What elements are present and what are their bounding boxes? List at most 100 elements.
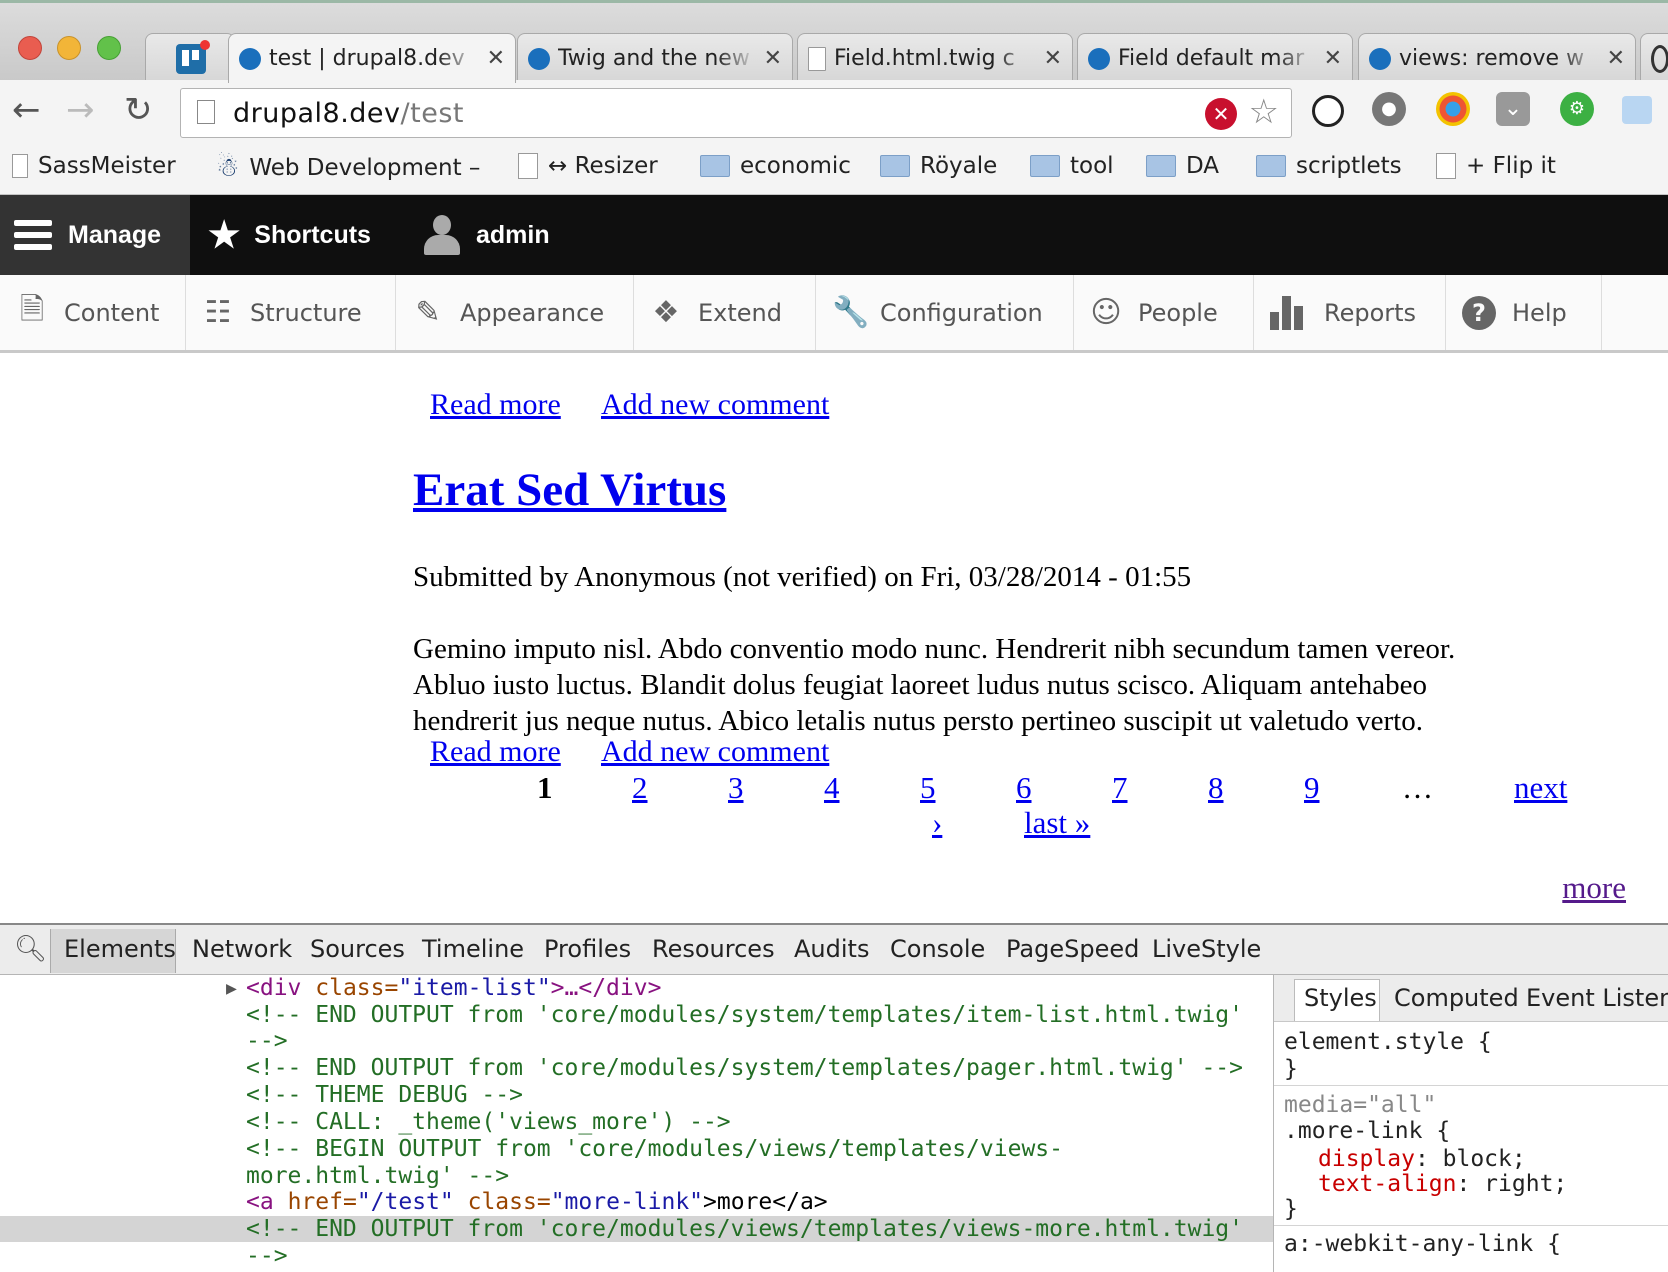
blocked-icon[interactable]: ✕: [1205, 98, 1237, 130]
devtools-tab-resources[interactable]: Resources: [652, 935, 775, 963]
tray-item-appearance[interactable]: ✎ Appearance: [396, 275, 634, 350]
devtools-tab-elements[interactable]: Elements: [64, 935, 176, 963]
styles-tab[interactable]: Styles: [1304, 984, 1377, 1012]
tab-close-icon[interactable]: ✕: [1044, 46, 1062, 71]
reload-icon[interactable]: ↻: [124, 90, 153, 130]
bookmark-resizer[interactable]: ↔ Resizer: [518, 153, 658, 179]
window-extension-icon[interactable]: [1622, 96, 1652, 124]
more-link-selector[interactable]: .more-link {: [1284, 1118, 1450, 1144]
forward-arrow-icon[interactable]: →: [66, 90, 95, 130]
tray-item-reports[interactable]: Reports: [1254, 275, 1446, 350]
add-comment-link[interactable]: Add new comment: [601, 735, 829, 769]
bookmark-royale[interactable]: Röyale: [880, 153, 997, 179]
pager-item[interactable]: 8: [1208, 770, 1224, 806]
bookmark-tool[interactable]: tool: [1030, 153, 1114, 179]
devtools-tab-livestyle[interactable]: LiveStyle: [1152, 935, 1261, 963]
tab-close-icon[interactable]: ✕: [487, 46, 505, 71]
tab-title: Field.html.twig c: [834, 46, 1015, 71]
devtools-tab-timeline[interactable]: Timeline: [422, 935, 524, 963]
window-close-button[interactable]: [18, 36, 42, 60]
devtools-tab-pagespeed[interactable]: PageSpeed: [1006, 935, 1139, 963]
tray-item-configuration[interactable]: 🔧 Configuration: [816, 275, 1074, 350]
address-bar[interactable]: drupal8.dev/test ✕ ☆: [180, 88, 1292, 138]
browser-tab-overflow[interactable]: [1640, 33, 1668, 83]
dom-comment[interactable]: -->: [246, 1028, 288, 1055]
devtools-tab-network[interactable]: Network: [192, 935, 292, 963]
pager-item[interactable]: 5: [920, 770, 936, 806]
tray-item-people[interactable]: ☺ People: [1074, 275, 1254, 350]
dom-comment[interactable]: -->: [246, 1243, 288, 1270]
event-listeners-tab[interactable]: Event Listen: [1526, 984, 1668, 1012]
pager-item[interactable]: 3: [728, 770, 744, 806]
bookmark-flip-it[interactable]: + Flip it: [1436, 153, 1556, 179]
more-link[interactable]: more: [1562, 870, 1626, 906]
manage-tab[interactable]: Manage: [0, 195, 190, 275]
tray-item-content[interactable]: 🗎 Content: [0, 275, 186, 350]
browser-tab-views[interactable]: views: remove w ✕: [1358, 33, 1636, 83]
evernote-icon[interactable]: ●: [1372, 92, 1406, 126]
dom-comment[interactable]: <!-- END OUTPUT from 'core/modules/syste…: [246, 1002, 1243, 1029]
bookmark-scriptlets[interactable]: scriptlets: [1256, 153, 1402, 179]
pager-next[interactable]: next: [1514, 770, 1567, 806]
pager-item[interactable]: 7: [1112, 770, 1128, 806]
tray-item-structure[interactable]: ☷ Structure: [186, 275, 396, 350]
tray-item-label: People: [1138, 298, 1218, 327]
tray-item-help[interactable]: ? Help: [1446, 275, 1602, 350]
css-declaration[interactable]: text-align: right;: [1318, 1171, 1567, 1197]
pager-item[interactable]: 9: [1304, 770, 1320, 806]
tray-item-extend[interactable]: ❖ Extend: [634, 275, 816, 350]
browser-tab-field-twig[interactable]: Field.html.twig c ✕: [797, 33, 1073, 83]
bookmark-star-icon[interactable]: ☆: [1249, 92, 1279, 132]
bookmark-da[interactable]: DA: [1146, 153, 1219, 179]
window-maximize-button[interactable]: [97, 36, 121, 60]
dom-comment[interactable]: <!-- CALL: _theme('views_more') -->: [246, 1109, 731, 1136]
read-more-link[interactable]: Read more: [430, 735, 561, 769]
pager-next-arrow[interactable]: ›: [932, 805, 942, 841]
devtools-tab-sources[interactable]: Sources: [310, 935, 405, 963]
devtools-tab-profiles[interactable]: Profiles: [544, 935, 631, 963]
devtools-tab-audits[interactable]: Audits: [794, 935, 869, 963]
node-title-link[interactable]: Erat Sed Virtus: [413, 463, 726, 517]
user-tab[interactable]: admin: [424, 195, 550, 275]
window-minimize-button[interactable]: [57, 36, 81, 60]
tab-close-icon[interactable]: ✕: [764, 46, 782, 71]
dom-comment[interactable]: <!-- BEGIN OUTPUT from 'core/modules/vie…: [246, 1136, 1063, 1163]
green-extension-icon[interactable]: ⚙: [1560, 92, 1594, 126]
bookmark-sassmeister[interactable]: SassMeister: [12, 153, 176, 179]
dom-node-item-list[interactable]: <div class="item-list">…</div>: [246, 975, 661, 1002]
tab-close-icon[interactable]: ✕: [1324, 46, 1342, 71]
shortcuts-tab[interactable]: ★ Shortcuts: [208, 195, 371, 275]
bookmark-web-development[interactable]: ☃ Web Development –: [216, 153, 480, 183]
add-comment-link[interactable]: Add new comment: [601, 388, 829, 422]
back-arrow-icon[interactable]: ←: [12, 90, 41, 130]
browser-tab-test[interactable]: test | drupal8.dev ✕: [228, 33, 516, 83]
pager-item[interactable]: 6: [1016, 770, 1032, 806]
element-style-selector[interactable]: element.style {: [1284, 1029, 1492, 1055]
browser-tab-field-default[interactable]: Field default mar ✕: [1077, 33, 1353, 83]
extension-sync-icon[interactable]: [1312, 95, 1344, 127]
pager-item[interactable]: 2: [632, 770, 648, 806]
dom-comment[interactable]: <!-- END OUTPUT from 'core/modules/views…: [246, 1216, 1243, 1243]
pager-item[interactable]: 4: [824, 770, 840, 806]
bookmark-economic[interactable]: economic: [700, 153, 851, 179]
pocket-icon[interactable]: ⌄: [1496, 92, 1530, 126]
browser-tab-trello[interactable]: [145, 33, 235, 83]
submitted-by: Submitted by Anonymous (not verified) on…: [413, 561, 1192, 593]
devtools-tab-console[interactable]: Console: [890, 935, 985, 963]
dom-comment[interactable]: <!-- END OUTPUT from 'core/modules/syste…: [246, 1055, 1243, 1082]
read-more-link[interactable]: Read more: [430, 388, 561, 422]
tab-title: views: remove w: [1399, 46, 1585, 71]
url-text: drupal8.dev/test: [233, 98, 464, 129]
search-icon[interactable]: 🔍︎: [14, 934, 47, 964]
expand-triangle-icon[interactable]: ▶: [226, 976, 237, 1003]
computed-tab[interactable]: Computed: [1394, 984, 1519, 1012]
browser-tab-twig[interactable]: Twig and the new ✕: [517, 33, 793, 83]
css-declaration[interactable]: display: block;: [1318, 1146, 1526, 1172]
color-picker-icon[interactable]: [1436, 92, 1470, 126]
pager-last[interactable]: last »: [1024, 805, 1090, 841]
dom-comment[interactable]: more.html.twig' -->: [246, 1163, 509, 1190]
tab-close-icon[interactable]: ✕: [1607, 46, 1625, 71]
dom-node-more-link[interactable]: <a href="/test" class="more-link">more</…: [246, 1189, 828, 1216]
dom-comment[interactable]: <!-- THEME DEBUG -->: [246, 1082, 523, 1109]
webkit-any-link-selector[interactable]: a:-webkit-any-link {: [1284, 1231, 1561, 1257]
